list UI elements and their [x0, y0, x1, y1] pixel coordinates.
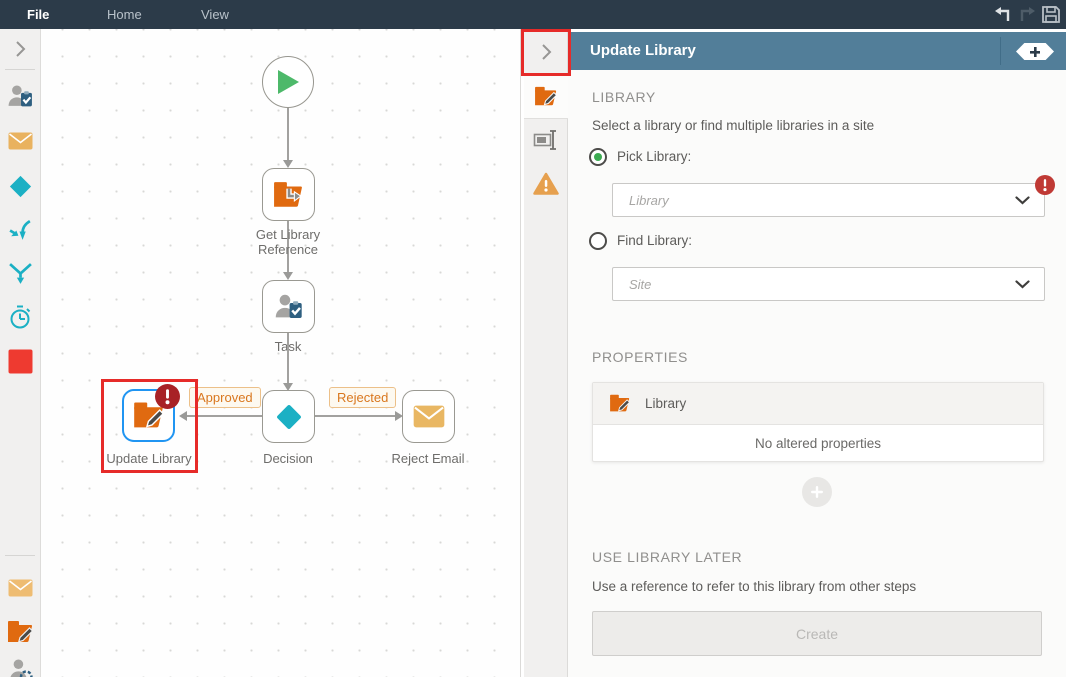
panel-header: Update Library [568, 32, 1066, 70]
field-error-badge [1035, 175, 1055, 195]
pick-library-label: Pick Library: [617, 149, 692, 164]
node-label: Get Library Reference [255, 227, 321, 257]
workflow-designer: File Home View Get Library Reference App… [0, 0, 1066, 677]
add-step-hexagon-button[interactable] [1016, 43, 1054, 60]
save-icon[interactable] [1041, 5, 1061, 24]
branch-label-approved[interactable]: Approved [189, 387, 261, 408]
menu-bar: File Home View [0, 0, 1066, 29]
panel-title: Update Library [590, 42, 696, 59]
merge-step-icon[interactable] [0, 218, 40, 243]
properties-item-label: Library [645, 396, 687, 411]
library-section-header: LIBRARY [592, 89, 656, 105]
decision-node[interactable] [262, 390, 315, 443]
branch-label-rejected[interactable]: Rejected [329, 387, 397, 408]
menu-view[interactable]: View [201, 7, 229, 22]
start-node[interactable] [262, 56, 314, 108]
add-property-button[interactable] [802, 477, 832, 507]
node-label: Reject Email [391, 451, 465, 466]
update-library-icon [535, 86, 558, 105]
properties-section-header: PROPERTIES [592, 349, 688, 365]
plus-icon [1030, 46, 1040, 57]
menu-file[interactable]: File [27, 7, 49, 22]
connector-line [287, 108, 289, 161]
redo-icon[interactable] [1017, 5, 1037, 24]
connector-arrowhead [283, 272, 293, 280]
properties-empty-text: No altered properties [754, 435, 882, 451]
use-library-later-description: Use a reference to refer to this library… [592, 579, 917, 594]
connector-line [287, 333, 289, 384]
decision-icon [276, 404, 301, 429]
header-divider [1000, 37, 1001, 65]
tab-errors[interactable] [524, 162, 568, 206]
library-dropdown-placeholder: Library [629, 192, 669, 208]
user-event-step-icon-recent[interactable] [0, 657, 40, 677]
site-dropdown-placeholder: Site [629, 276, 652, 292]
create-reference-button[interactable]: Create [592, 611, 1042, 656]
toolbox-expand-chevron-icon[interactable] [0, 40, 40, 58]
find-library-label: Find Library: [617, 233, 693, 248]
node-label: Decision [263, 451, 313, 466]
library-section-description: Select a library or find multiple librar… [592, 118, 875, 133]
use-library-later-header: USE LIBRARY LATER [592, 549, 743, 565]
decision-step-icon[interactable] [0, 173, 40, 200]
toolbox-divider [5, 69, 35, 70]
annotation-rect-update-library [101, 379, 198, 473]
exclamation-icon [1043, 179, 1047, 192]
email-step-icon[interactable] [0, 132, 40, 150]
timer-step-icon[interactable] [0, 304, 40, 330]
reject-email-node[interactable] [402, 390, 455, 443]
task-node[interactable] [262, 280, 315, 333]
menu-home[interactable]: Home [107, 7, 142, 22]
plus-icon [811, 486, 823, 498]
properties-card: Library No altered properties [592, 382, 1044, 462]
connector-arrowhead [283, 160, 293, 168]
email-step-icon-recent[interactable] [0, 579, 40, 597]
pick-library-radio[interactable] [589, 148, 607, 166]
chevron-down-icon [1015, 195, 1030, 204]
task-icon [275, 294, 302, 318]
update-library-icon [610, 394, 631, 412]
tab-rename[interactable] [524, 118, 568, 162]
warning-icon [533, 172, 559, 195]
split-step-icon[interactable] [0, 261, 40, 286]
tab-configuration[interactable] [524, 73, 568, 119]
play-icon [278, 70, 299, 94]
email-icon [413, 405, 444, 428]
rename-icon [533, 130, 556, 150]
undo-icon[interactable] [993, 5, 1013, 24]
task-step-icon[interactable] [0, 83, 40, 110]
get-library-reference-icon [274, 181, 302, 207]
properties-card-header[interactable]: Library [593, 383, 1043, 425]
site-dropdown[interactable]: Site [612, 267, 1045, 301]
update-library-step-icon-recent[interactable] [0, 620, 40, 644]
toolbox-divider [5, 555, 35, 556]
get-library-reference-node[interactable] [262, 168, 315, 221]
step-toolbox [0, 29, 41, 677]
annotation-rect-collapse-button [521, 29, 571, 76]
find-library-radio[interactable] [589, 232, 607, 250]
placeholder-step-icon[interactable] [0, 349, 40, 374]
library-dropdown[interactable]: Library [612, 183, 1045, 217]
connector-line [315, 415, 396, 417]
chevron-down-icon [1015, 279, 1030, 288]
